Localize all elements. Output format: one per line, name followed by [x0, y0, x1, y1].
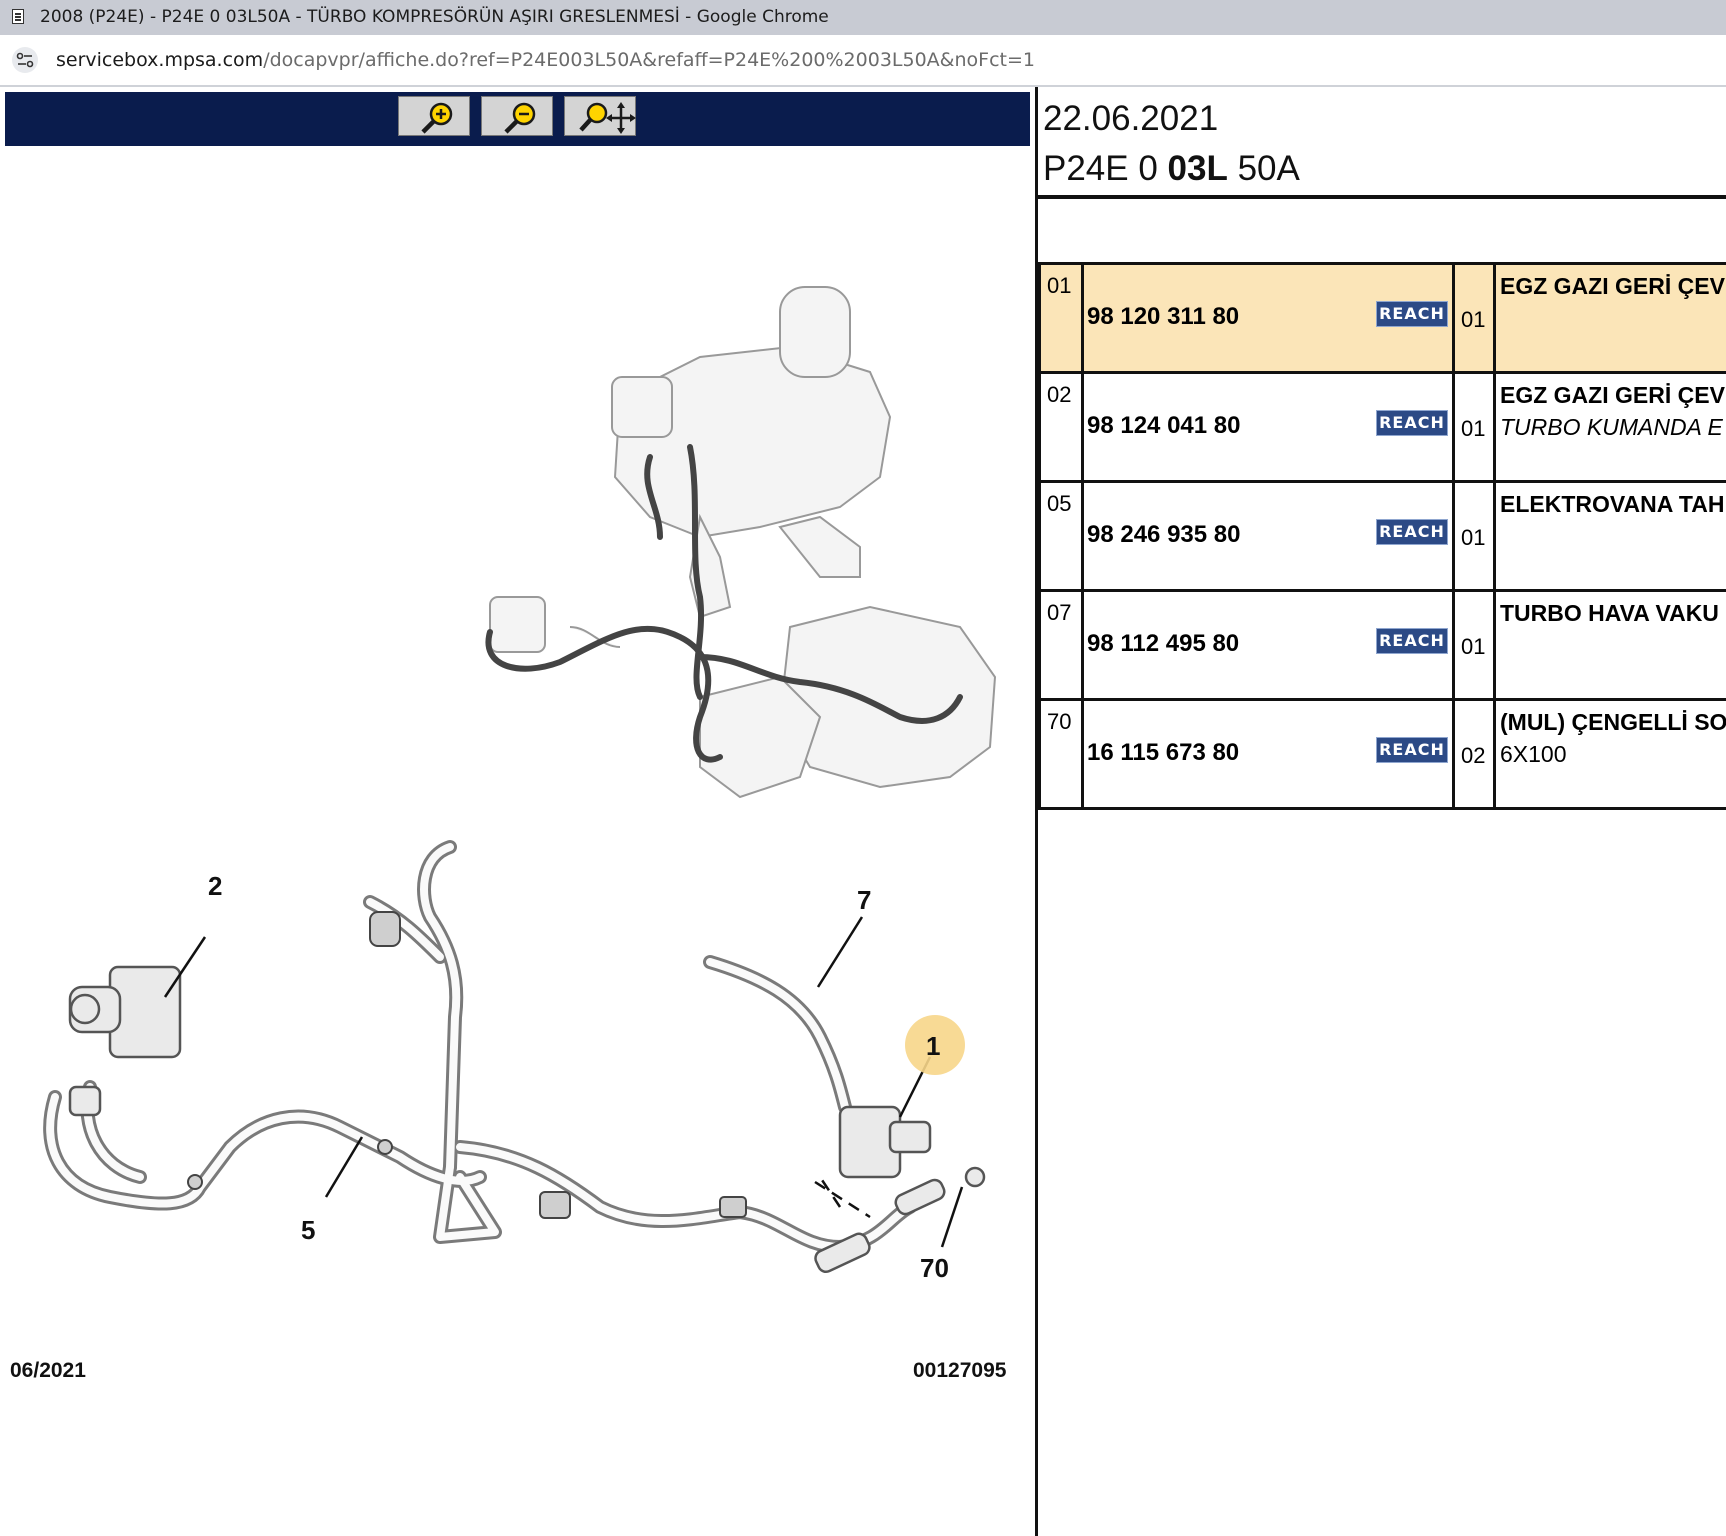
part-reference-cell[interactable]: 98 120 311 80 REACH: [1081, 262, 1455, 374]
callout-70: 70: [920, 1253, 949, 1283]
solenoid-valve-right: [814, 1105, 986, 1273]
quantity: 01: [1461, 634, 1486, 659]
diagram-date: 06/2021: [10, 1359, 86, 1382]
description-cell: EGZ GAZI GERİ ÇEV: [1493, 262, 1726, 374]
quantity: 01: [1461, 416, 1486, 441]
parts-table: 01 98 120 311 80 REACH 01 EGZ GAZI GERİ ÇEV 0…: [1038, 262, 1726, 810]
reach-badge[interactable]: REACH: [1376, 519, 1448, 545]
part-reference-cell[interactable]: 98 124 041 80 REACH: [1081, 371, 1455, 483]
quantity-cell: 01: [1452, 480, 1496, 592]
ref-bold: 03L: [1167, 149, 1228, 188]
quantity-cell: 01: [1452, 262, 1496, 374]
table-row[interactable]: 01 98 120 311 80 REACH 01 EGZ GAZI GERİ ÇEV: [1038, 262, 1726, 374]
zoom-pan-icon: [579, 102, 636, 134]
table-row[interactable]: 05 98 246 935 80 REACH 01 ELEKTROVANA TAH: [1038, 480, 1726, 592]
address-bar[interactable]: servicebox.mpsa.com/docapvpr/affiche.do?…: [0, 35, 1726, 87]
quantity: 02: [1461, 743, 1486, 768]
description-cell: TURBO HAVA VAKU: [1493, 589, 1726, 701]
document-icon: [12, 9, 24, 24]
description: ELEKTROVANA TAH: [1500, 491, 1725, 517]
description-detail: TURBO KUMANDA E: [1500, 414, 1723, 440]
part-reference-cell[interactable]: 16 115 673 80 REACH: [1081, 698, 1455, 810]
item-index: 05: [1038, 480, 1084, 592]
url-text[interactable]: servicebox.mpsa.com/docapvpr/affiche.do?…: [56, 35, 1035, 85]
item-index: 01: [1038, 262, 1084, 374]
callout-1: 1: [926, 1031, 940, 1061]
description-cell: (MUL) ÇENGELLİ SO 6X100: [1493, 698, 1726, 810]
zoom-in-icon: [421, 102, 453, 134]
item-index: 07: [1038, 589, 1084, 701]
description-cell: ELEKTROVANA TAH: [1493, 480, 1726, 592]
part-number[interactable]: 98 120 311 80: [1087, 303, 1239, 331]
reach-badge[interactable]: REACH: [1376, 628, 1448, 654]
parts-diagram: 2 7 1 5 70: [43, 286, 997, 1283]
diagram-code: 00127095: [913, 1359, 1007, 1382]
table-row[interactable]: 70 16 115 673 80 REACH 02 (MUL) ÇENGELLİ SO 6…: [1038, 698, 1726, 810]
part-number[interactable]: 98 246 935 80: [1087, 521, 1240, 549]
fixing-clips: [187, 911, 747, 1219]
description-detail: 6X100: [1500, 741, 1567, 767]
description: TURBO HAVA VAKU: [1500, 600, 1719, 626]
item-index: 02: [1038, 371, 1084, 483]
window-titlebar: 2008 (P24E) - P24E 0 03L50A - TÜRBO KOMP…: [0, 0, 1726, 35]
table-row[interactable]: 07 98 112 495 80 REACH 01 TURBO HAVA VAKU: [1038, 589, 1726, 701]
mounting-dash-line: [814, 1176, 871, 1219]
quantity: 01: [1461, 525, 1486, 550]
quantity-cell: 01: [1452, 589, 1496, 701]
reach-badge[interactable]: REACH: [1376, 410, 1448, 436]
callout-2: 2: [208, 871, 222, 901]
quantity: 01: [1461, 307, 1486, 332]
zoom-out-icon: [504, 102, 536, 134]
part-number[interactable]: 98 124 041 80: [1087, 412, 1240, 440]
description: (MUL) ÇENGELLİ SO: [1500, 709, 1726, 735]
reach-badge[interactable]: REACH: [1376, 301, 1448, 327]
item-index: 70: [1038, 698, 1084, 810]
callout-5: 5: [301, 1215, 315, 1245]
part-reference-cell[interactable]: 98 112 495 80 REACH: [1081, 589, 1455, 701]
part-number[interactable]: 98 112 495 80: [1087, 630, 1239, 658]
url-path: /docapvpr/affiche.do?ref=P24E003L50A&ref…: [263, 49, 1035, 71]
description-cell: EGZ GAZI GERİ ÇEV TURBO KUMANDA E: [1493, 371, 1726, 483]
quantity-cell: 01: [1452, 371, 1496, 483]
ref-suffix: 50A: [1227, 149, 1300, 188]
description: EGZ GAZI GERİ ÇEV: [1500, 273, 1725, 299]
table-row[interactable]: 02 98 124 041 80 REACH 01 EGZ GAZI GERİ ÇEV T…: [1038, 371, 1726, 483]
zoom-out-button[interactable]: [481, 96, 553, 136]
parts-pane: 22.06.2021 P24E 0 03L 50A 01 98 120 311 8…: [1038, 87, 1726, 1536]
url-host: servicebox.mpsa.com: [56, 49, 264, 71]
reach-badge[interactable]: REACH: [1376, 737, 1448, 763]
document-reference: P24E 0 03L 50A: [1043, 149, 1300, 189]
window-title: 2008 (P24E) - P24E 0 03L50A - TÜRBO KOMP…: [40, 7, 829, 27]
quantity-cell: 02: [1452, 698, 1496, 810]
description: EGZ GAZI GERİ ÇEV: [1500, 382, 1725, 408]
part-reference-cell[interactable]: 98 246 935 80 REACH: [1081, 480, 1455, 592]
zoom-in-button[interactable]: [398, 96, 470, 136]
document-date: 22.06.2021: [1043, 99, 1219, 138]
zoom-pan-button[interactable]: [564, 96, 636, 136]
part-number[interactable]: 16 115 673 80: [1087, 739, 1239, 767]
callout-7: 7: [857, 885, 871, 915]
zoom-toolbar: [5, 92, 1030, 146]
header-rule: [1038, 195, 1726, 199]
site-info-icon[interactable]: [10, 46, 40, 74]
ref-prefix: P24E 0: [1043, 149, 1168, 188]
solenoid-valve-left: [68, 965, 182, 1117]
diagram-pane: 2 7 1 5 70 06/2021 00127095: [0, 87, 1035, 1536]
